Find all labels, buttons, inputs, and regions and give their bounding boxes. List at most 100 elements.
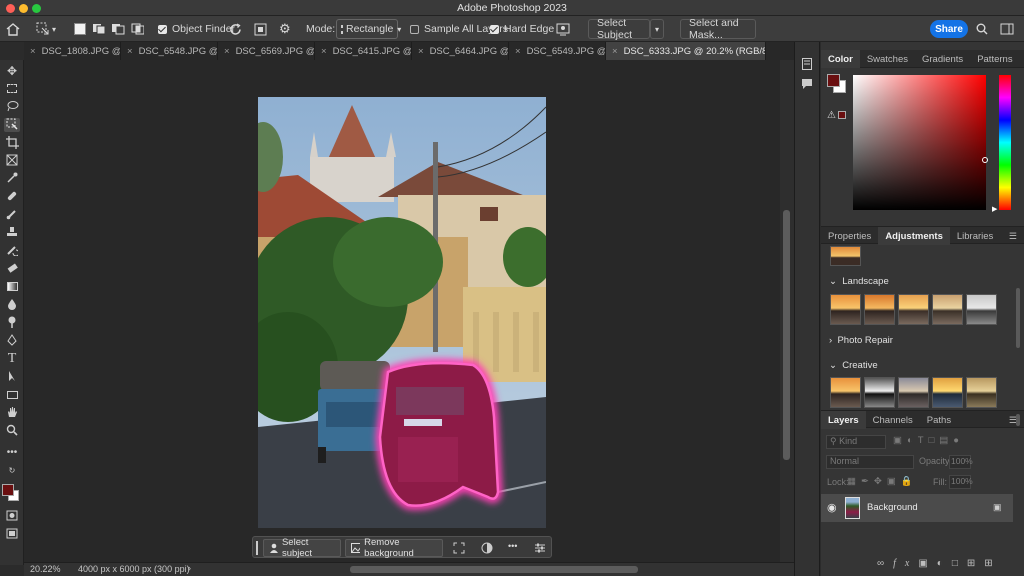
select-subject-button[interactable]: Select subject (263, 537, 341, 559)
adjustment-preset-thumbnail[interactable] (830, 294, 861, 325)
layer-filter-select[interactable]: ⚲ Kind (826, 435, 886, 449)
tab-gradients[interactable]: Gradients (915, 50, 970, 68)
hand-tool-icon[interactable] (4, 406, 20, 420)
move-tool-icon[interactable]: ✥ (4, 64, 20, 78)
crop-tool-icon[interactable] (4, 136, 20, 150)
adjustment-preset-thumbnail[interactable] (864, 377, 895, 408)
panel-menu-icon[interactable]: ☰ (1002, 411, 1024, 429)
close-tab-icon[interactable]: × (321, 46, 327, 57)
adjustment-preset-thumbnail[interactable] (864, 294, 895, 325)
close-tab-icon[interactable]: × (515, 46, 521, 57)
close-tab-icon[interactable]: × (418, 46, 424, 57)
section-creative[interactable]: ⌄ Creative (829, 360, 878, 371)
opacity-field[interactable]: 100% (949, 455, 973, 469)
out-of-gamut-warning-icon[interactable]: ⚠ (827, 110, 836, 121)
drag-handle[interactable] (256, 541, 258, 555)
subtract-from-selection-icon[interactable] (111, 23, 125, 35)
tab-adjustments[interactable]: Adjustments (878, 227, 950, 245)
section-landscape[interactable]: ⌄ Landscape (829, 276, 889, 287)
mode-select[interactable]: Rectangle ▾ (336, 19, 401, 39)
color-picker-cursor[interactable] (982, 157, 988, 163)
layer-action-icons[interactable]: ∞fx▣◐□⊞⊞ (877, 558, 1002, 569)
show-all-objects-icon[interactable] (254, 19, 268, 39)
clone-stamp-icon[interactable] (4, 226, 20, 240)
tab-layers[interactable]: Layers (821, 411, 866, 429)
layer-name[interactable]: Background (867, 502, 918, 513)
eye-icon[interactable]: ◉ (827, 501, 837, 514)
search-icon[interactable] (976, 19, 990, 39)
tool-preset-picker[interactable]: ▾ (36, 19, 62, 39)
more-tools-icon[interactable]: ••• (4, 446, 20, 460)
transform-icon[interactable] (453, 542, 465, 554)
learn-icon[interactable] (802, 58, 812, 70)
dodge-tool-icon[interactable] (4, 316, 20, 330)
gradient-tool-icon[interactable] (4, 280, 20, 294)
foreground-color-swatch[interactable] (827, 74, 840, 87)
document-tab[interactable]: × DSC_6415.JPG @ ... (315, 42, 412, 60)
document-canvas[interactable] (258, 97, 546, 528)
adjustment-preset-thumbnail[interactable] (932, 377, 963, 408)
tab-swatches[interactable]: Swatches (860, 50, 915, 68)
layers-scrollbar[interactable] (1016, 414, 1020, 426)
object-finder-checkbox[interactable]: Object Finder (158, 19, 235, 39)
tab-color[interactable]: Color (821, 50, 860, 68)
comments-icon[interactable] (801, 78, 813, 90)
zoom-level[interactable]: 20.22% (30, 564, 61, 574)
intersect-selection-icon[interactable] (131, 23, 145, 35)
foreground-color-swatch[interactable] (2, 484, 14, 496)
section-photo-repair[interactable]: › Photo Repair (829, 335, 893, 346)
adjustment-preset-thumbnail[interactable] (898, 294, 929, 325)
hue-slider[interactable] (999, 75, 1011, 210)
blend-mode-select[interactable]: Normal (826, 455, 914, 469)
close-tab-icon[interactable]: × (612, 46, 618, 57)
gamut-color-chip[interactable] (838, 111, 846, 119)
more-options-icon[interactable]: ••• (508, 541, 517, 551)
panel-menu-icon[interactable]: ☰ (1002, 227, 1024, 245)
document-tab[interactable]: × DSC_6548.JPG @ ... (121, 42, 218, 60)
marquee-tool-icon[interactable] (4, 82, 20, 96)
swap-colors-icon[interactable]: ↻ (4, 464, 20, 478)
share-button[interactable]: Share (930, 20, 968, 38)
document-tab[interactable]: × DSC_6569.JPG @ ... (218, 42, 315, 60)
adjustment-preset-thumbnail[interactable] (966, 294, 997, 325)
layer-filter-icons[interactable]: ▣◐T□▤● (893, 435, 964, 446)
lasso-tool-icon[interactable] (4, 100, 20, 114)
pen-tool-icon[interactable] (4, 334, 20, 348)
gear-icon[interactable]: ⚙ (279, 19, 293, 39)
add-to-selection-icon[interactable] (92, 23, 106, 35)
adjustment-preset-thumbnail[interactable] (898, 377, 929, 408)
hue-slider-handle-icon[interactable]: ▶ (992, 205, 997, 213)
tab-paths[interactable]: Paths (920, 411, 958, 429)
close-tab-icon[interactable]: × (30, 46, 36, 57)
lock-icon[interactable]: ▣ (993, 502, 1002, 513)
document-tab[interactable]: × DSC_1808.JPG @ ... (24, 42, 121, 60)
type-tool-icon[interactable]: T (4, 352, 20, 366)
frame-tool-icon[interactable] (4, 154, 20, 168)
eyedropper-tool-icon[interactable] (4, 172, 20, 186)
object-selection-tool-icon[interactable] (4, 118, 20, 132)
tab-channels[interactable]: Channels (866, 411, 920, 429)
document-tab[interactable]: × DSC_6464.JPG @ ... (412, 42, 509, 60)
close-tab-icon[interactable]: × (224, 46, 230, 57)
quick-mask-icon[interactable] (4, 510, 20, 524)
adjustment-preset-thumbnail[interactable] (830, 246, 861, 266)
document-tab[interactable]: × DSC_6549.JPG @ ... (509, 42, 606, 60)
blur-tool-icon[interactable] (4, 298, 20, 312)
layer-row-background[interactable]: ◉ Background ▣ (821, 494, 1013, 522)
home-icon[interactable] (6, 19, 22, 39)
adjustment-preset-thumbnail[interactable] (966, 377, 997, 408)
healing-brush-icon[interactable] (4, 190, 20, 204)
workspace-icon[interactable] (1000, 19, 1016, 39)
adjustment-preset-thumbnail[interactable] (932, 294, 963, 325)
screen-mode-icon[interactable] (4, 528, 20, 542)
tab-patterns[interactable]: Patterns (970, 50, 1019, 68)
remove-background-button[interactable]: Remove background (345, 537, 443, 559)
fill-field[interactable]: 100% (949, 475, 973, 489)
tab-libraries[interactable]: Libraries (950, 227, 1000, 245)
document-tab-active[interactable]: × DSC_6333.JPG @ 20.2% (RGB/8) * (606, 42, 766, 60)
path-selection-icon[interactable] (4, 370, 20, 384)
lock-icons[interactable]: ▦✒✥▣🔒 (847, 476, 918, 487)
refresh-icon[interactable] (229, 19, 243, 39)
close-tab-icon[interactable]: × (127, 46, 133, 57)
adjustment-preset-thumbnail[interactable] (830, 377, 861, 408)
